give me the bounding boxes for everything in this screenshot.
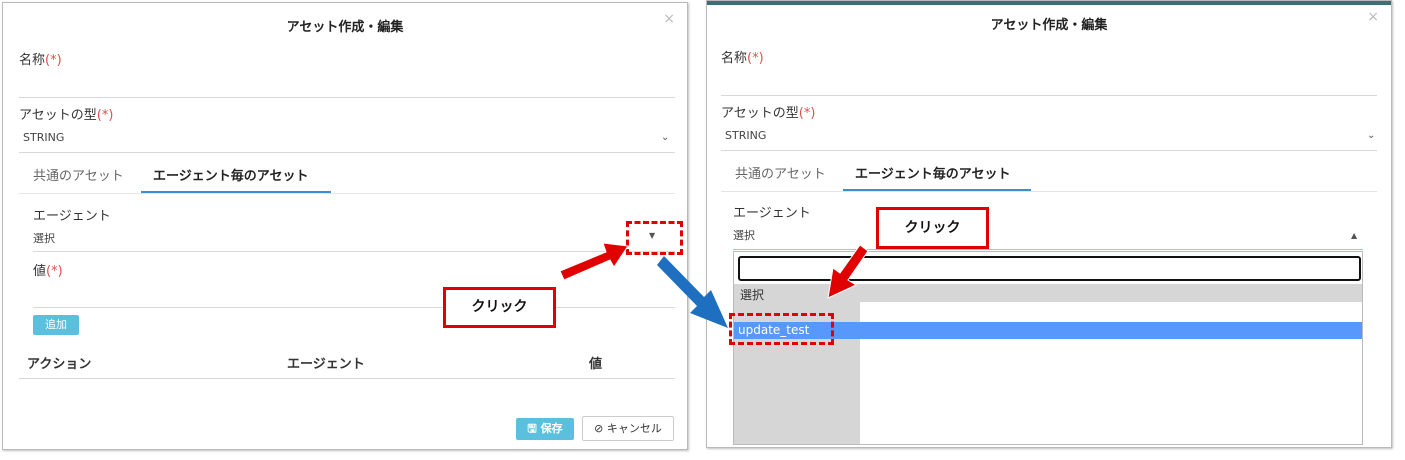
red-arrow-left xyxy=(559,242,629,281)
blue-arrow xyxy=(657,256,728,328)
red-arrow-right xyxy=(827,244,869,299)
annotation-arrows xyxy=(559,242,869,328)
